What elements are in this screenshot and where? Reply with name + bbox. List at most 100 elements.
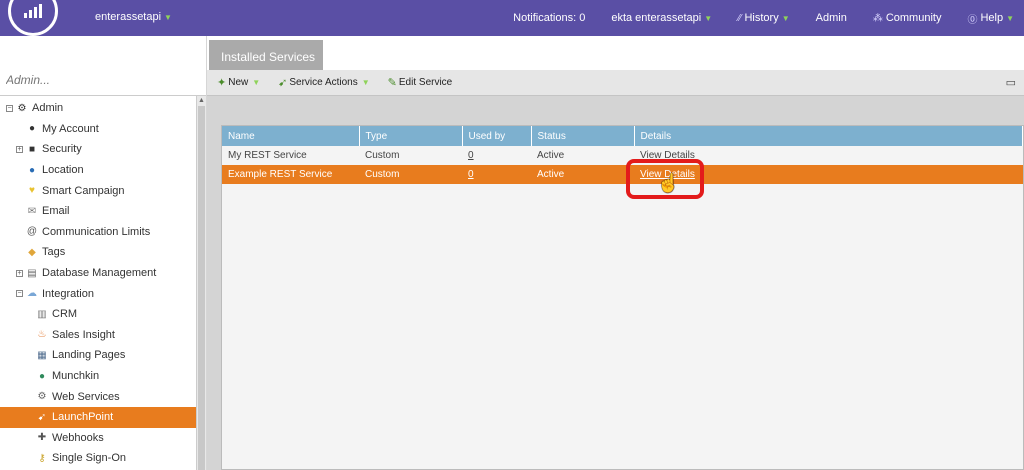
tree-item-database-management[interactable]: + ▤ Database Management [0, 263, 196, 284]
edit-service-label: Edit Service [398, 77, 453, 88]
edit-service-icon: ✎ [387, 77, 397, 89]
toolbar: ✦ New ▼ ➹ Service Actions ▼ ✎ Edit Servi… [207, 70, 1024, 96]
munchkin-icon: ● [38, 370, 46, 382]
tree-item-sales-insight[interactable]: ♨ Sales Insight [0, 325, 196, 346]
tree-item-tags[interactable]: ◆ Tags [0, 242, 196, 263]
service-actions-label: Service Actions [289, 77, 358, 88]
workspace-switcher[interactable]: enterassetapi ▼ [95, 11, 172, 23]
admin-link[interactable]: Admin [816, 12, 847, 24]
tree-item-label: Communication Limits [42, 225, 151, 238]
tree-item-label: Location [42, 164, 84, 177]
scroll-up-icon[interactable]: ▲ [198, 97, 205, 104]
service-actions-button[interactable]: ➹ Service Actions ▼ [278, 76, 370, 89]
tree-item-email[interactable]: ✉ Email [0, 201, 196, 222]
chevron-down-icon: ▼ [704, 13, 713, 23]
globe-icon: ● [28, 164, 36, 176]
new-icon: ✦ [217, 77, 227, 89]
column-header-name[interactable]: Name [222, 126, 360, 146]
collapse-icon[interactable]: − [16, 290, 23, 298]
lock-icon: ■ [28, 143, 36, 155]
tree-item-label: Sales Insight [52, 328, 115, 341]
tree-item-my-account[interactable]: ● My Account [0, 119, 196, 140]
chevron-down-icon: ▼ [1006, 13, 1014, 23]
user-menu[interactable]: ekta enterassetapi ▼ [611, 12, 712, 24]
tree-item-label: Smart Campaign [42, 184, 125, 197]
cell-used-by-link[interactable]: 0 [462, 146, 531, 165]
tab-label: Installed Services [221, 50, 316, 64]
gear-icon: ⚙ [17, 102, 27, 114]
chevron-down-icon: ▼ [361, 78, 370, 87]
tree-item-location[interactable]: ● Location [0, 160, 196, 181]
tree-item-label: LaunchPoint [52, 411, 114, 424]
page-icon: ▦ [37, 349, 47, 361]
notifications-link[interactable]: Notifications: 0 [513, 12, 585, 24]
tree-item-label: Landing Pages [52, 349, 126, 362]
scrollbar-thumb[interactable] [198, 106, 205, 470]
cell-used-by-link[interactable]: 0 [462, 165, 531, 184]
tree-item-web-services[interactable]: ⚙ Web Services [0, 386, 196, 407]
tree-item-label: Single Sign-On [52, 452, 126, 465]
tree-item-label: My Account [42, 122, 99, 135]
flame-icon: ♨ [37, 329, 47, 341]
expand-icon[interactable]: + [16, 145, 23, 153]
community-link[interactable]: ⁂ Community [873, 12, 942, 24]
main-panel: Installed Services ✦ New ▼ ➹ Service Act… [207, 36, 1024, 470]
sidebar-search [0, 36, 206, 96]
web-services-icon: ⚙ [37, 391, 47, 403]
expand-icon[interactable]: + [16, 269, 23, 277]
column-header-details[interactable]: Details [634, 126, 1023, 146]
column-header-type[interactable]: Type [359, 126, 463, 146]
crm-icon: ▥ [37, 308, 47, 320]
tree-item-integration[interactable]: − ☁ Integration [0, 283, 196, 304]
tag-icon: ◆ [28, 246, 36, 258]
cell-status: Active [537, 150, 565, 161]
tree-item-label: Admin [32, 102, 64, 115]
tree-item-label: Webhooks [52, 431, 104, 444]
cell-status: Active [531, 165, 634, 184]
tree-item-single-sign-on[interactable]: ⚷ Single Sign-On [0, 448, 196, 469]
help-menu[interactable]: ⓪ Help ▼ [967, 11, 1014, 26]
help-label: Help [980, 12, 1004, 24]
column-header-status[interactable]: Status [531, 126, 635, 146]
cell-type: Custom [359, 165, 462, 184]
user-label: ekta enterassetapi [611, 12, 702, 24]
tree-item-admin[interactable]: − ⚙ Admin [0, 98, 196, 119]
collapse-icon[interactable]: − [6, 104, 13, 112]
person-icon: ● [28, 123, 36, 135]
tree-item-communication-limits[interactable]: @ Communication Limits [0, 222, 196, 243]
history-icon: ⁄⁄ [738, 12, 742, 24]
table-row[interactable]: My REST Service Custom 0 Active View Det… [222, 146, 1023, 165]
launchpoint-icon: ➹ [37, 411, 47, 423]
tree-item-launchpoint[interactable]: ➹ LaunchPoint [0, 406, 196, 428]
tree-item-label: Security [42, 143, 82, 156]
community-icon: ⁂ [872, 12, 883, 24]
services-table: Name Type Used by Status Details My REST… [222, 126, 1023, 184]
tree-item-security[interactable]: + ■ Security [0, 139, 196, 160]
tree-item-label: Email [42, 205, 70, 218]
edit-service-button[interactable]: ✎ Edit Service [388, 76, 453, 89]
tab-installed-services[interactable]: Installed Services [209, 40, 323, 70]
tree-item-label: Tags [42, 246, 66, 259]
admin-search-input[interactable] [0, 68, 204, 92]
chevron-down-icon: ▼ [781, 13, 790, 23]
marketo-logo[interactable] [8, 0, 58, 36]
service-actions-icon: ➹ [278, 77, 288, 89]
webhook-icon: ✚ [37, 432, 47, 444]
table-row[interactable]: Example REST Service Custom 0 Active Vie… [222, 165, 1023, 184]
tree-item-landing-pages[interactable]: ▦ Landing Pages [0, 345, 196, 366]
sidebar-scrollbar[interactable]: ▲ [196, 96, 206, 470]
panel-toggle-icon[interactable]: ▭ [1006, 76, 1016, 89]
tree-item-webhooks[interactable]: ✚ Webhooks [0, 428, 196, 449]
chevron-down-icon: ▼ [164, 13, 172, 22]
top-bar: enterassetapi ▼ Notifications: 0 ekta ent… [0, 0, 1024, 36]
tree-item-munchkin[interactable]: ● Munchkin [0, 366, 196, 387]
lightbulb-icon: ♥ [29, 185, 35, 197]
at-icon: @ [26, 226, 38, 238]
tree-item-crm[interactable]: ▥ CRM [0, 304, 196, 325]
history-menu[interactable]: ⁄⁄ History ▼ [738, 12, 790, 24]
new-button[interactable]: ✦ New ▼ [217, 76, 260, 89]
tree-item-label: Munchkin [52, 370, 100, 383]
column-header-used-by[interactable]: Used by [462, 126, 532, 146]
help-icon: ⓪ [967, 14, 978, 26]
tree-item-smart-campaign[interactable]: ♥ Smart Campaign [0, 180, 196, 201]
